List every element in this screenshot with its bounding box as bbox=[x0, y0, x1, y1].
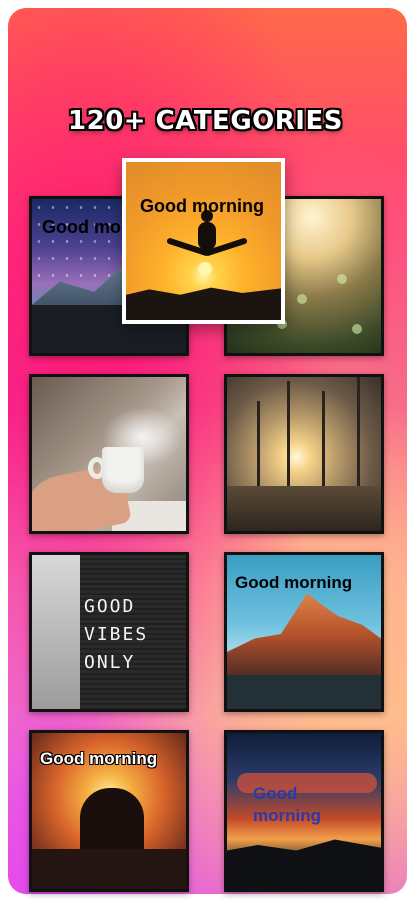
category-tile-sunset-clouds[interactable]: Good morning bbox=[224, 730, 384, 892]
letter-board-line: ONLY bbox=[84, 652, 136, 673]
mountain-shape bbox=[227, 593, 381, 679]
category-tile-orange-mountain[interactable]: Good morning bbox=[224, 552, 384, 712]
coffee-cup-shape bbox=[102, 447, 144, 493]
field-shape bbox=[227, 486, 381, 531]
categories-headline: 120+ CATEGORIES bbox=[68, 106, 343, 136]
bokeh-dot bbox=[337, 274, 347, 284]
hill-shape bbox=[227, 839, 381, 889]
wall-shape bbox=[32, 555, 80, 709]
ground-shape bbox=[32, 849, 186, 889]
letter-board-line: VIBES bbox=[84, 624, 149, 645]
featured-caption: Good morning bbox=[140, 196, 264, 216]
tree-shape bbox=[322, 391, 325, 491]
tile-caption: Good morning bbox=[253, 783, 321, 827]
tile-caption: Good morning bbox=[40, 749, 158, 768]
featured-category-card[interactable]: Good morning bbox=[122, 158, 285, 324]
tree-shape bbox=[287, 381, 290, 491]
tile-caption: Good mo bbox=[42, 217, 121, 237]
valley-shape bbox=[227, 675, 381, 709]
category-tile-heart-hands[interactable]: Good morning bbox=[29, 730, 189, 892]
silhouette-body bbox=[198, 222, 216, 250]
tile-caption-line: Good bbox=[253, 784, 298, 803]
letter-board-line: GOOD bbox=[84, 596, 136, 617]
tree-shape bbox=[257, 401, 260, 491]
jumping-person-silhouette bbox=[166, 210, 248, 262]
bokeh-dot bbox=[352, 324, 362, 334]
tile-caption-line: morning bbox=[253, 806, 321, 825]
category-tile-coffee[interactable] bbox=[29, 374, 189, 534]
category-tile-good-vibes[interactable]: GOOD VIBES ONLY bbox=[29, 552, 189, 712]
letter-board-text: GOOD VIBES ONLY bbox=[84, 593, 148, 677]
bokeh-dot bbox=[297, 294, 307, 304]
sun-shape bbox=[198, 262, 212, 276]
category-tile-trees-sunrise[interactable] bbox=[224, 374, 384, 534]
tile-caption: Good morning bbox=[235, 573, 353, 592]
tree-shape bbox=[357, 377, 360, 491]
